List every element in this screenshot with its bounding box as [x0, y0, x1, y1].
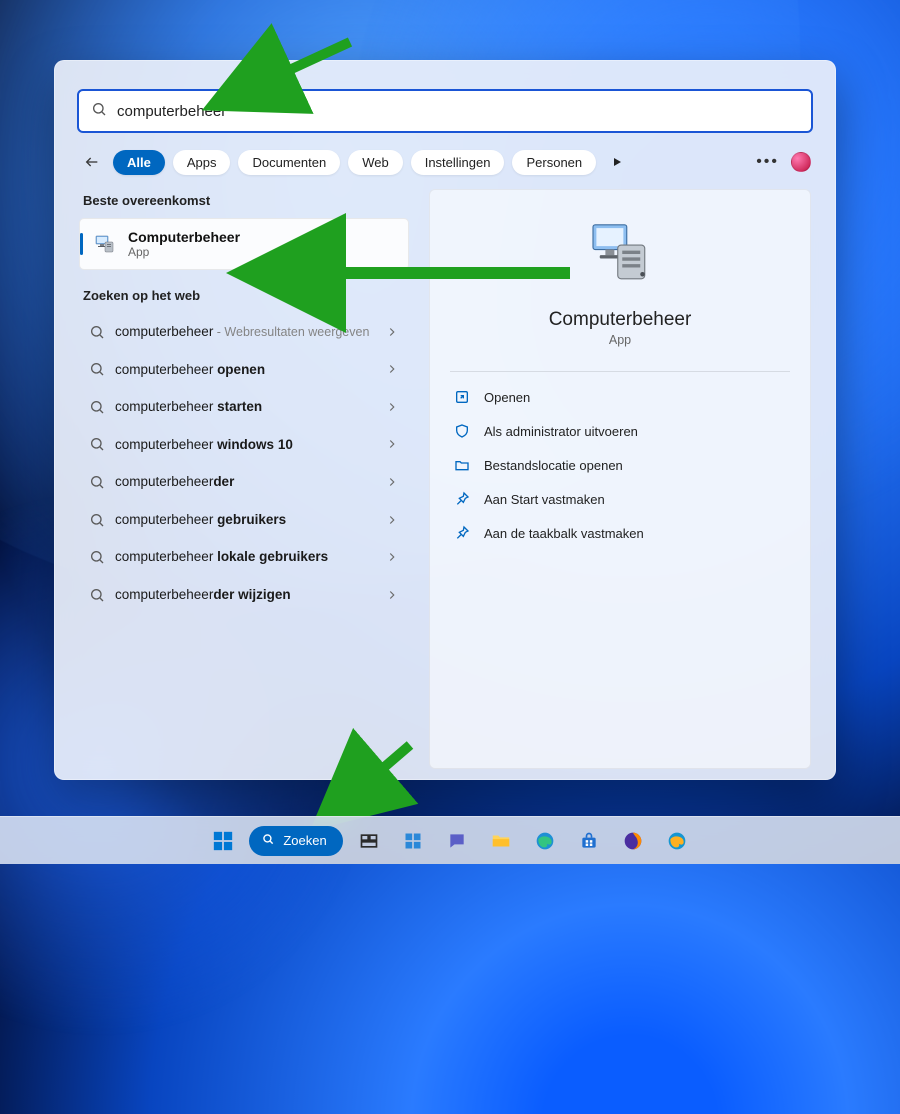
- results-column: Beste overeenkomst Computerbeheer: [79, 189, 409, 769]
- web-suggestion-text: computerbeheer - Webresultaten weergeven: [115, 323, 375, 341]
- best-match-result[interactable]: Computerbeheer App: [79, 218, 409, 270]
- task-view-button[interactable]: [351, 823, 387, 859]
- start-search-window: Alle Apps Documenten Web Instellingen Persone…: [54, 60, 836, 780]
- preview-action[interactable]: Aan de taakbalk vastmaken: [450, 516, 790, 550]
- web-suggestion[interactable]: computerbeheer lokale gebruikers: [79, 538, 409, 576]
- computer-management-icon: [90, 230, 118, 258]
- filter-tabs-row: Alle Apps Documenten Web Instellingen Persone…: [55, 133, 835, 189]
- preview-action[interactable]: Als administrator uitvoeren: [450, 414, 790, 448]
- web-suggestion[interactable]: computerbeheerder: [79, 463, 409, 501]
- web-suggestion[interactable]: computerbeheerder wijzigen: [79, 576, 409, 614]
- web-suggestion-text: computerbeheer gebruikers: [115, 511, 375, 529]
- filter-tab-web[interactable]: Web: [348, 150, 403, 175]
- preview-app-icon: [584, 218, 656, 295]
- best-match-subtitle: App: [128, 245, 240, 259]
- web-suggestion[interactable]: computerbeheer - Webresultaten weergeven: [79, 313, 409, 351]
- web-suggestion-text: computerbeheerder: [115, 473, 375, 491]
- chat-button[interactable]: [439, 823, 475, 859]
- filter-tab-alle[interactable]: Alle: [113, 150, 165, 175]
- best-match-title: Computerbeheer: [128, 229, 240, 245]
- preview-action-label: Aan de taakbalk vastmaken: [484, 526, 644, 541]
- firefox-button[interactable]: [615, 823, 651, 859]
- search-bar[interactable]: [77, 89, 813, 133]
- web-suggestion-text: computerbeheer starten: [115, 398, 375, 416]
- edge-canary-button[interactable]: [659, 823, 695, 859]
- taskbar-search-label: Zoeken: [283, 833, 326, 848]
- filter-tab-documenten[interactable]: Documenten: [238, 150, 340, 175]
- filter-tab-apps[interactable]: Apps: [173, 150, 231, 175]
- options-button[interactable]: •••: [752, 153, 783, 171]
- preview-action-label: Openen: [484, 390, 530, 405]
- web-suggestion-text: computerbeheer openen: [115, 361, 375, 379]
- web-suggestion[interactable]: computerbeheer windows 10: [79, 426, 409, 464]
- store-button[interactable]: [571, 823, 607, 859]
- search-input[interactable]: [117, 103, 799, 120]
- preview-action-label: Bestandslocatie openen: [484, 458, 623, 473]
- search-icon: [261, 832, 275, 849]
- filter-tab-instellingen[interactable]: Instellingen: [411, 150, 505, 175]
- preview-action-label: Aan Start vastmaken: [484, 492, 605, 507]
- preview-action[interactable]: Bestandslocatie openen: [450, 448, 790, 482]
- best-match-header: Beste overeenkomst: [83, 193, 409, 208]
- preview-action-label: Als administrator uitvoeren: [484, 424, 638, 439]
- widgets-button[interactable]: [395, 823, 431, 859]
- edge-button[interactable]: [527, 823, 563, 859]
- search-icon: [91, 101, 107, 122]
- divider: [450, 371, 790, 372]
- preview-pane: Computerbeheer App Openen Als administrat…: [429, 189, 811, 769]
- web-suggestion-text: computerbeheerder wijzigen: [115, 586, 375, 604]
- taskbar: Zoeken: [0, 816, 900, 864]
- user-avatar[interactable]: [791, 152, 811, 172]
- web-results-header: Zoeken op het web: [83, 288, 409, 303]
- start-button[interactable]: [205, 823, 241, 859]
- web-suggestion[interactable]: computerbeheer openen: [79, 351, 409, 389]
- taskbar-search-button[interactable]: Zoeken: [249, 826, 342, 856]
- back-button[interactable]: [79, 149, 105, 175]
- filter-tab-personen[interactable]: Personen: [512, 150, 596, 175]
- web-suggestion[interactable]: computerbeheer starten: [79, 388, 409, 426]
- web-suggestion-text: computerbeheer lokale gebruikers: [115, 548, 375, 566]
- preview-title: Computerbeheer: [450, 309, 790, 331]
- preview-subtitle: App: [450, 333, 790, 347]
- more-filters-button[interactable]: [604, 149, 630, 175]
- web-suggestion[interactable]: computerbeheer gebruikers: [79, 501, 409, 539]
- file-explorer-button[interactable]: [483, 823, 519, 859]
- preview-action[interactable]: Openen: [450, 380, 790, 414]
- preview-action[interactable]: Aan Start vastmaken: [450, 482, 790, 516]
- web-suggestion-text: computerbeheer windows 10: [115, 436, 375, 454]
